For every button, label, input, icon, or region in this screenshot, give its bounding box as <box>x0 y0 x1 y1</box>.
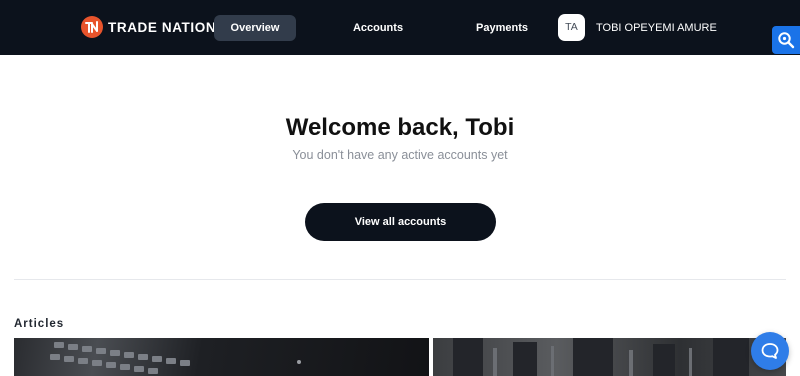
brand-name: TRADE NATION <box>108 19 217 35</box>
user-avatar[interactable]: TA <box>558 14 585 41</box>
top-navigation-bar: TRADE NATION Overview Accounts Payments … <box>0 0 800 55</box>
article-card-image-buildings[interactable] <box>433 338 786 376</box>
articles-heading: Articles <box>14 318 65 330</box>
magnifier-helper-button[interactable] <box>772 26 800 54</box>
article-card-image-laptop[interactable] <box>14 338 429 376</box>
nav-tab-accounts[interactable]: Accounts <box>338 15 418 41</box>
chat-bubble-icon <box>761 343 779 359</box>
section-divider <box>14 279 786 280</box>
welcome-subtitle: You don't have any active accounts yet <box>292 148 508 162</box>
view-all-accounts-button[interactable]: View all accounts <box>305 203 496 241</box>
brand-logo[interactable]: TRADE NATION <box>81 16 216 38</box>
nav-tab-overview[interactable]: Overview <box>214 15 296 41</box>
trade-nation-logo-icon <box>81 16 103 38</box>
nav-tab-payments[interactable]: Payments <box>462 15 542 41</box>
support-chat-button[interactable] <box>751 332 789 370</box>
user-name[interactable]: TOBI OPEYEMI AMURE <box>596 15 717 41</box>
welcome-title: Welcome back, Tobi <box>285 114 515 141</box>
magnifier-icon <box>778 32 795 49</box>
